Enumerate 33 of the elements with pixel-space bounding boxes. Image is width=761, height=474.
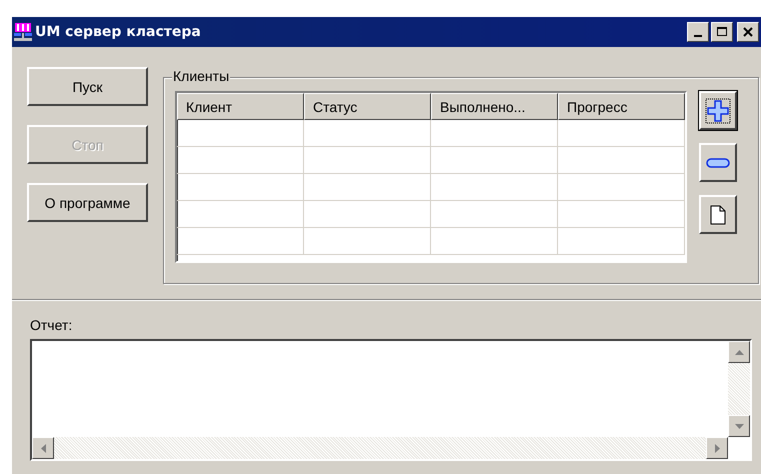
column-header[interactable]: Статус <box>304 93 431 120</box>
column-header[interactable]: Выполнено... <box>431 93 558 120</box>
command-button[interactable]: Пуск <box>27 67 148 106</box>
scroll-down-button[interactable] <box>728 415 750 437</box>
horizontal-scrollbar[interactable] <box>32 437 728 459</box>
report-text-area[interactable] <box>30 339 752 461</box>
scroll-left-button[interactable] <box>32 437 54 459</box>
group-title: Клиенты <box>172 68 230 84</box>
up-arrow-icon <box>734 350 744 354</box>
column-header[interactable]: Клиент <box>177 93 304 120</box>
command-button[interactable]: О программе <box>27 183 148 222</box>
plus-icon <box>705 98 731 124</box>
right-arrow-icon <box>714 444 720 452</box>
minimize-button[interactable] <box>687 22 709 42</box>
window-title: UM сервер кластера <box>35 24 202 40</box>
scroll-right-button[interactable] <box>706 437 728 459</box>
maximize-button[interactable] <box>711 22 733 42</box>
down-arrow-icon <box>734 424 744 428</box>
column-header[interactable]: Прогресс <box>558 93 685 120</box>
new-file-button[interactable] <box>699 195 737 234</box>
document-icon <box>710 204 726 224</box>
app-icon <box>14 23 32 41</box>
close-icon <box>743 27 753 37</box>
scroll-up-button[interactable] <box>728 341 750 363</box>
minimize-icon <box>694 35 702 37</box>
maximize-icon <box>717 27 727 37</box>
close-button[interactable] <box>737 22 759 42</box>
add-button[interactable] <box>699 91 737 130</box>
remove-button[interactable] <box>699 143 737 182</box>
vertical-scrollbar[interactable] <box>728 341 750 437</box>
report-label: Отчет: <box>30 317 74 333</box>
minus-icon <box>706 158 730 168</box>
left-arrow-icon <box>40 444 46 452</box>
